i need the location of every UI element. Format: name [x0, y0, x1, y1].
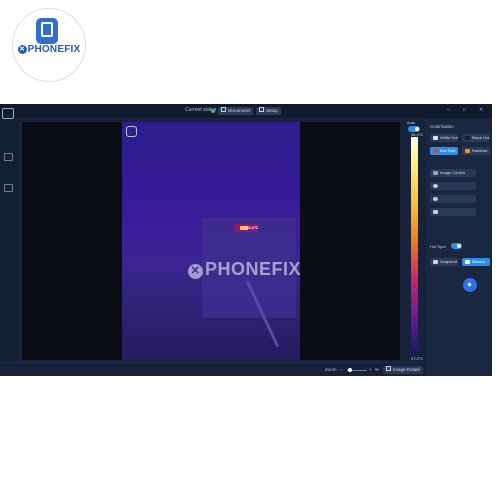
zoom-out-button[interactable]: −	[340, 367, 343, 372]
watermark: ✕ PHONEFIX	[188, 259, 301, 280]
status-indicator	[211, 109, 215, 113]
rainbow-swatch	[465, 148, 470, 153]
record-button[interactable]: Record	[462, 258, 490, 266]
image-control-icon	[433, 170, 438, 175]
sharpness-icon	[433, 209, 438, 214]
white-hot-swatch	[433, 135, 438, 140]
hotspot-temperature: 38.4°C	[246, 225, 259, 230]
setup-button[interactable]: Setup	[256, 107, 281, 115]
auto-label: Auto	[407, 120, 416, 125]
hotspot-toggle[interactable]	[451, 243, 462, 249]
setup-icon	[259, 107, 264, 112]
temperature-scale	[411, 137, 418, 355]
gallery-icon[interactable]	[4, 184, 13, 192]
image-rotate-button[interactable]: Image Rotate	[383, 366, 424, 374]
record-icon	[465, 259, 470, 264]
chart-icon[interactable]	[4, 153, 13, 161]
image-control-button[interactable]: Image Control	[430, 169, 476, 177]
black-hot-swatch	[465, 135, 470, 140]
palette-black-hot[interactable]: Black Hot	[462, 134, 490, 142]
zoom-in-button[interactable]: +	[369, 367, 372, 372]
titlebar: Current status Disconnect Setup – □ ✕	[0, 104, 492, 119]
bottom-bar: Zoom − + % Image Rotate	[0, 362, 426, 376]
mouse-cursor-icon	[463, 278, 477, 292]
rotate-icon	[386, 366, 391, 371]
minimize-button[interactable]: –	[447, 107, 450, 113]
app-icon	[2, 108, 14, 119]
zoom-slider-handle[interactable]	[348, 368, 352, 372]
thermal-viewer: 38.4°C	[22, 122, 400, 360]
palette-white-hot[interactable]: White Hot	[430, 134, 458, 142]
maximize-button[interactable]: □	[463, 107, 466, 113]
scale-min: 27.2°C	[411, 356, 424, 361]
thermal-camera-app: Current status Disconnect Setup – □ ✕ 38…	[0, 104, 492, 376]
palette-iron-red[interactable]: Iron Red	[430, 147, 458, 155]
colorization-title: Colorization	[430, 124, 454, 129]
zoom-label: Zoom	[325, 367, 337, 372]
phone-icon	[36, 18, 58, 44]
brightness-icon	[433, 183, 438, 188]
control-sidebar: Colorization White Hot Black Hot Iron Re…	[426, 118, 492, 376]
watermark-mark: ✕	[188, 264, 203, 279]
brand-mark: ✕	[17, 45, 27, 54]
camera-icon	[433, 259, 438, 264]
zoom-percent: %	[375, 367, 380, 372]
disconnect-icon	[221, 107, 226, 112]
palette-rainbow[interactable]: Rainbow	[462, 147, 490, 155]
contrast-icon	[433, 196, 438, 201]
brightness-slider[interactable]	[430, 182, 476, 190]
fit-icon[interactable]	[126, 126, 137, 137]
left-toolbar	[0, 108, 18, 376]
sharpness-slider[interactable]	[430, 208, 476, 216]
brand-name: ✕ PHONEFIX	[17, 44, 81, 55]
close-button[interactable]: ✕	[479, 107, 483, 113]
snapshot-button[interactable]: Snapshot	[430, 258, 458, 266]
hotspot-label: Hot Spot	[430, 244, 446, 249]
iron-red-swatch	[433, 148, 438, 153]
thermal-image: 38.4°C	[122, 122, 300, 360]
contrast-slider[interactable]	[430, 195, 476, 203]
disconnect-button[interactable]: Disconnect	[218, 107, 254, 115]
